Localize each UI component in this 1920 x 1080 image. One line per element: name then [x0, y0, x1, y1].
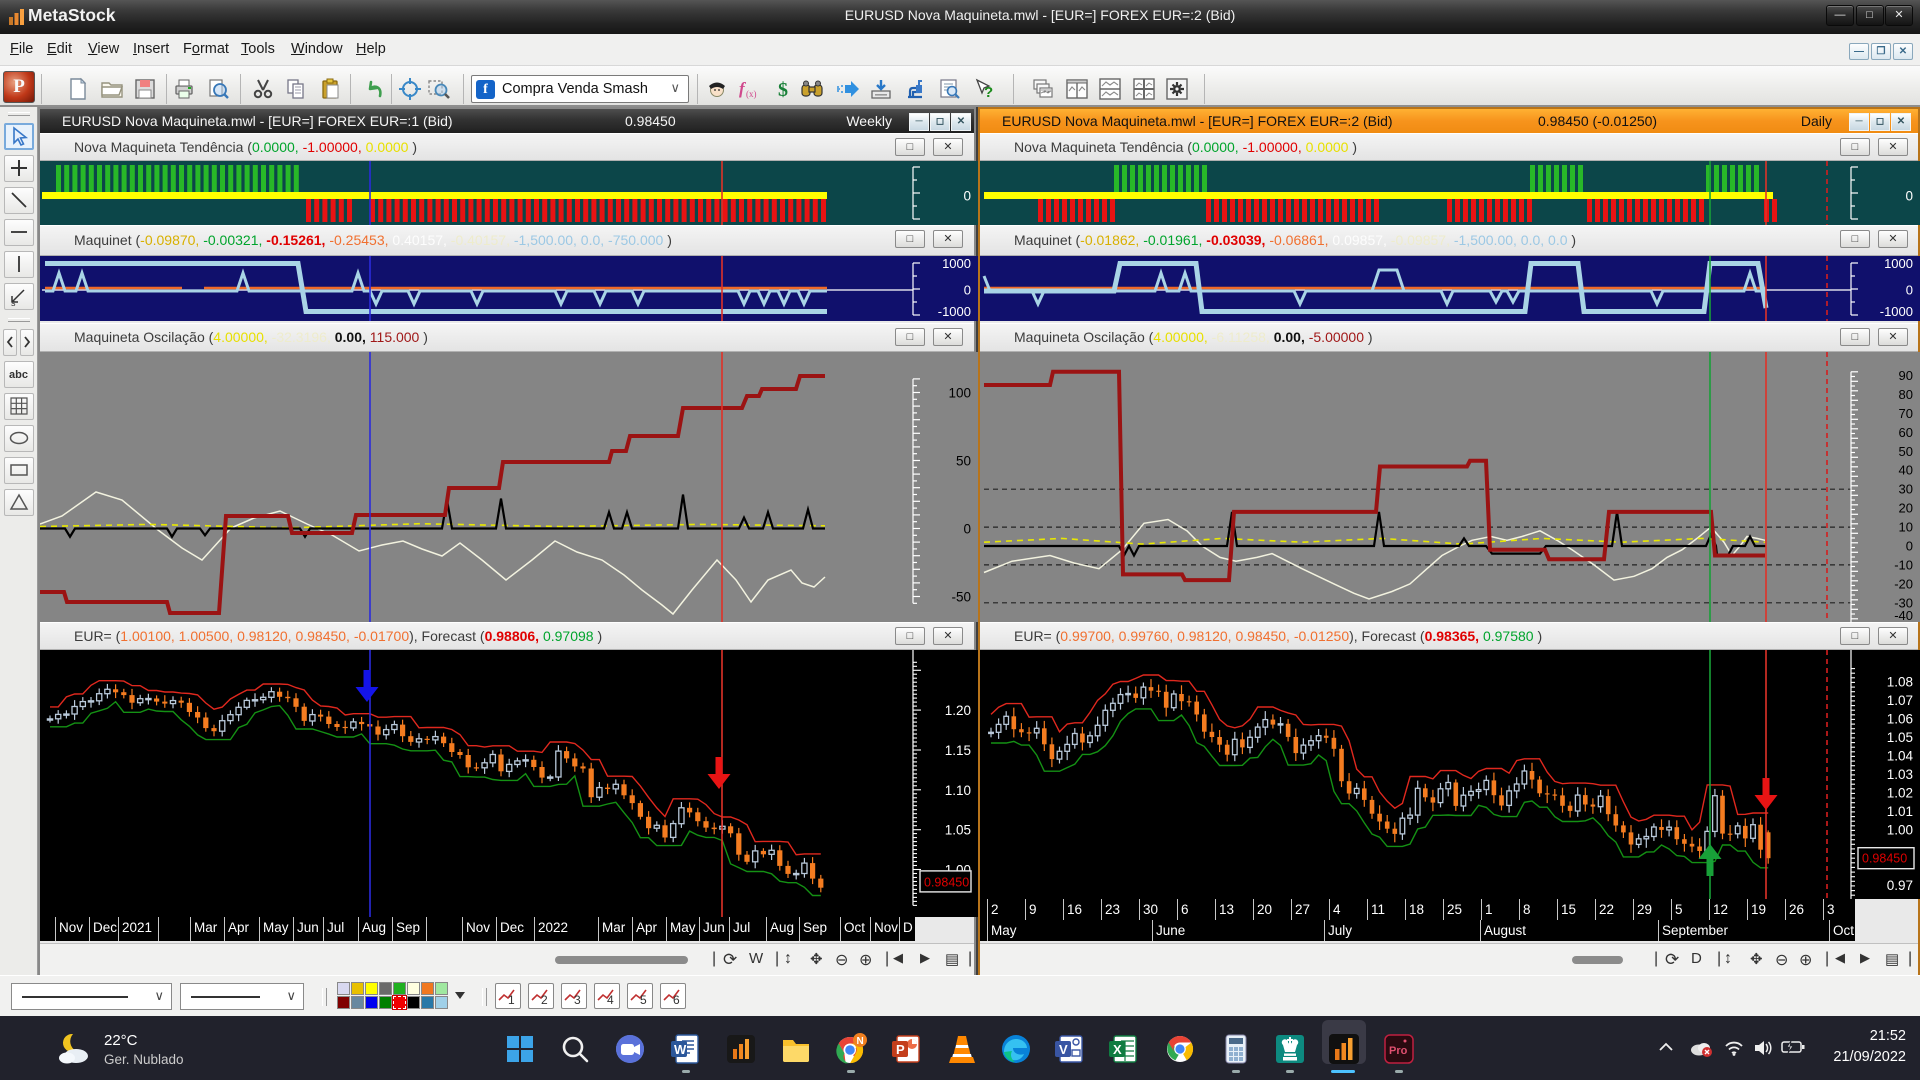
svg-text:0: 0 — [1906, 539, 1913, 554]
svg-text:0.97: 0.97 — [1887, 878, 1913, 893]
svg-text:-10: -10 — [1894, 557, 1913, 572]
svg-text:50: 50 — [956, 454, 971, 469]
svg-text:50: 50 — [1899, 444, 1913, 459]
svg-text:X: X — [1113, 1042, 1122, 1057]
svg-text:0: 0 — [1905, 189, 1913, 204]
svg-text:90: 90 — [1899, 368, 1913, 383]
svg-text:70: 70 — [1899, 406, 1913, 421]
svg-text:0.98450: 0.98450 — [924, 875, 969, 889]
svg-text:abc: abc — [9, 369, 28, 381]
svg-text:0.98450: 0.98450 — [1862, 852, 1907, 866]
svg-text:V: V — [1059, 1042, 1068, 1057]
svg-text:1.15: 1.15 — [945, 743, 971, 758]
svg-text:20: 20 — [1899, 501, 1913, 516]
svg-text:80: 80 — [1899, 387, 1913, 402]
svg-text:2: 2 — [541, 993, 548, 1007]
svg-text:6: 6 — [673, 993, 680, 1007]
svg-text:1.03: 1.03 — [1887, 767, 1913, 782]
svg-text:P: P — [896, 1042, 905, 1057]
svg-text:1000: 1000 — [942, 256, 971, 271]
svg-text:(x): (x) — [746, 89, 757, 99]
svg-text:4: 4 — [607, 993, 614, 1007]
svg-text:0: 0 — [1906, 283, 1913, 298]
svg-text:?: ? — [984, 84, 993, 101]
svg-text:Pro: Pro — [1389, 1045, 1408, 1057]
svg-text:-40: -40 — [1894, 608, 1913, 622]
svg-text:1.05: 1.05 — [1887, 730, 1913, 745]
svg-text:1.06: 1.06 — [1887, 712, 1913, 727]
svg-text:-20: -20 — [1894, 576, 1913, 591]
svg-text:3: 3 — [574, 993, 581, 1007]
svg-text:40: 40 — [1899, 463, 1913, 478]
svg-text:60: 60 — [1899, 425, 1913, 440]
svg-text:1.02: 1.02 — [1887, 786, 1913, 801]
svg-text:W: W — [674, 1042, 687, 1057]
svg-text:100: 100 — [948, 386, 971, 401]
svg-text:1.07: 1.07 — [1887, 693, 1913, 708]
svg-text:$: $ — [778, 79, 788, 101]
svg-text:1.05: 1.05 — [945, 823, 971, 838]
svg-text:1.20: 1.20 — [945, 703, 971, 718]
svg-text:0: 0 — [963, 189, 971, 204]
svg-text:-1000: -1000 — [1880, 304, 1913, 319]
svg-text:N: N — [857, 1036, 864, 1047]
svg-text:30: 30 — [1899, 482, 1913, 497]
svg-text:1.08: 1.08 — [1887, 675, 1913, 690]
svg-text:1.04: 1.04 — [1887, 749, 1914, 764]
svg-text:0: 0 — [964, 283, 971, 298]
svg-text:-50: -50 — [951, 590, 971, 605]
svg-text:5: 5 — [640, 993, 647, 1007]
svg-text:10: 10 — [1899, 520, 1913, 535]
svg-text:1: 1 — [508, 993, 515, 1007]
svg-text:-1000: -1000 — [938, 304, 971, 319]
svg-text:0: 0 — [963, 522, 971, 537]
svg-text:s: s — [11, 298, 16, 308]
svg-text:1.10: 1.10 — [945, 783, 971, 798]
svg-text:1.01: 1.01 — [1887, 804, 1913, 819]
svg-text:1000: 1000 — [1884, 256, 1913, 271]
svg-text:1.00: 1.00 — [1887, 823, 1913, 838]
